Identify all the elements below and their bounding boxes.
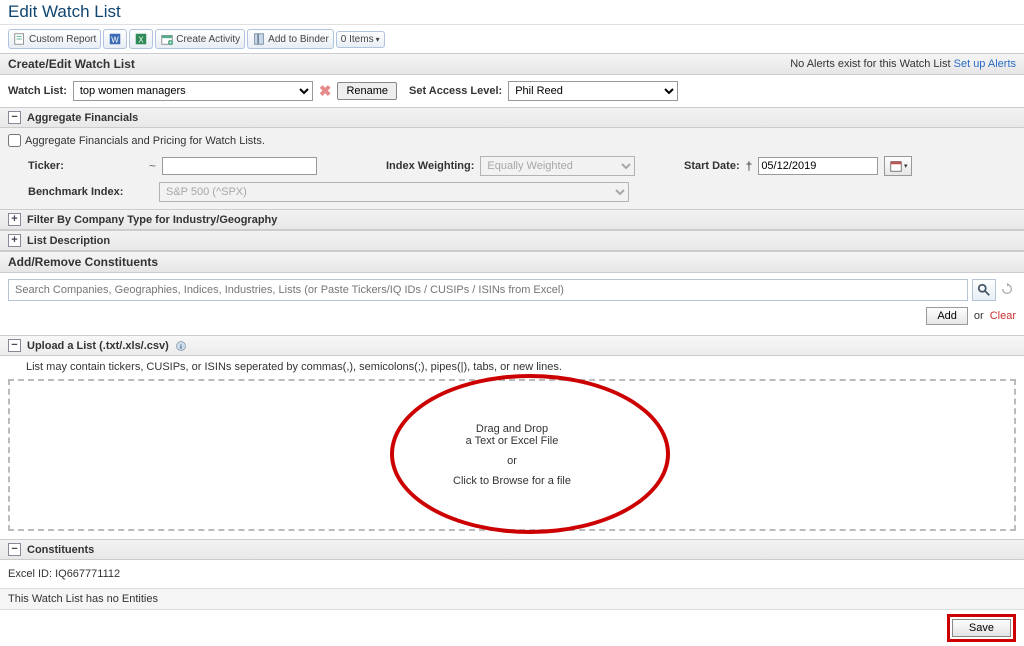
constituents-title: Constituents (27, 544, 94, 556)
dropzone[interactable]: Drag and Drop a Text or Excel File or Cl… (8, 379, 1016, 531)
no-alerts-text: No Alerts exist for this Watch List (790, 58, 950, 70)
refresh-icon[interactable] (1000, 282, 1016, 298)
aggregate-header: − Aggregate Financials (0, 107, 1024, 128)
toolbar: Custom Report W X + Create Activity Add … (0, 25, 1024, 53)
collapse-upload-icon[interactable]: − (8, 339, 21, 352)
drag-drop-line1: Drag and Drop (466, 423, 559, 435)
upload-body: List may contain tickers, CUSIPs, or ISI… (0, 356, 1024, 539)
tilde-symbol: ~ (149, 159, 156, 173)
add-to-binder-button[interactable]: Add to Binder (247, 29, 334, 49)
aggregate-checkbox-label: Aggregate Financials and Pricing for Wat… (25, 135, 265, 147)
create-edit-title: Create/Edit Watch List (8, 57, 135, 71)
calendar-button[interactable]: ▾ (884, 156, 912, 176)
svg-text:+: + (169, 40, 172, 46)
save-button[interactable]: Save (952, 619, 1011, 637)
export-excel-button[interactable]: X (129, 29, 153, 49)
add-to-binder-label: Add to Binder (268, 34, 329, 45)
chevron-down-icon: ▾ (376, 35, 380, 44)
excel-id-label: Excel ID: (8, 568, 52, 580)
aggregate-title: Aggregate Financials (27, 112, 138, 124)
constituents-body: Excel ID: IQ667771112 (0, 560, 1024, 588)
upload-note: List may contain tickers, CUSIPs, or ISI… (8, 358, 1016, 379)
annotation-oval (390, 374, 670, 534)
collapse-constituents-icon[interactable]: − (8, 543, 21, 556)
activity-icon: + (160, 32, 174, 46)
svg-text:W: W (112, 36, 120, 45)
index-weighting-label: Index Weighting: (386, 160, 474, 172)
collapse-aggregate-icon[interactable]: − (8, 111, 21, 124)
watch-list-row: Watch List: top women managers ✖ Rename … (0, 75, 1024, 107)
access-level-select[interactable]: Phil Reed (508, 81, 678, 101)
list-description-header: + List Description (0, 230, 1024, 251)
dagger-symbol: † (746, 159, 753, 173)
ticker-input[interactable] (162, 157, 317, 175)
access-level-label: Set Access Level: (409, 85, 502, 97)
start-date-input[interactable] (758, 157, 878, 175)
create-activity-label: Create Activity (176, 34, 240, 45)
binder-icon (252, 32, 266, 46)
svg-text:i: i (180, 344, 182, 351)
no-entities-message: This Watch List has no Entities (0, 588, 1024, 610)
clear-link[interactable]: Clear (990, 310, 1016, 322)
ticker-label: Ticker: (8, 160, 143, 172)
filter-title: Filter By Company Type for Industry/Geog… (27, 214, 277, 226)
chevron-down-icon: ▾ (904, 162, 908, 170)
watch-list-label: Watch List: (8, 85, 67, 97)
create-activity-button[interactable]: + Create Activity (155, 29, 245, 49)
search-input[interactable] (8, 279, 968, 301)
calendar-icon (889, 159, 903, 173)
aggregate-body: Aggregate Financials and Pricing for Wat… (0, 128, 1024, 209)
benchmark-label: Benchmark Index: (8, 186, 153, 198)
items-count-label: 0 Items (341, 34, 374, 45)
export-word-button[interactable]: W (103, 29, 127, 49)
add-remove-body: Add or Clear (0, 273, 1024, 335)
delete-watchlist-icon[interactable]: ✖ (319, 82, 332, 100)
start-date-label: Start Date: (684, 160, 740, 172)
list-description-title: List Description (27, 235, 110, 247)
expand-description-icon[interactable]: + (8, 234, 21, 247)
constituents-header: − Constituents (0, 539, 1024, 560)
search-button[interactable] (972, 279, 996, 301)
expand-filter-icon[interactable]: + (8, 213, 21, 226)
add-remove-header: Add/Remove Constituents (0, 251, 1024, 273)
aggregate-checkbox[interactable] (8, 134, 21, 147)
items-dropdown[interactable]: 0 Items ▾ (336, 31, 385, 48)
svg-text:X: X (139, 36, 145, 45)
custom-report-label: Custom Report (29, 34, 96, 45)
index-weighting-select[interactable]: Equally Weighted (480, 156, 635, 176)
excel-icon: X (134, 32, 148, 46)
rename-button[interactable]: Rename (337, 82, 397, 100)
info-icon[interactable]: i (175, 340, 187, 352)
upload-title: Upload a List (.txt/.xls/.csv) (27, 340, 169, 352)
report-icon (13, 32, 27, 46)
add-button[interactable]: Add (926, 307, 968, 325)
or-text: or (974, 310, 984, 322)
page-header: Edit Watch List (0, 0, 1024, 25)
page-title: Edit Watch List (8, 2, 1016, 22)
create-edit-header: Create/Edit Watch List No Alerts exist f… (0, 53, 1024, 75)
word-icon: W (108, 32, 122, 46)
browse-text: Click to Browse for a file (453, 475, 571, 487)
filter-header: + Filter By Company Type for Industry/Ge… (0, 209, 1024, 230)
benchmark-select[interactable]: S&P 500 (^SPX) (159, 182, 629, 202)
add-remove-title: Add/Remove Constituents (8, 255, 158, 269)
watch-list-select[interactable]: top women managers (73, 81, 313, 101)
drag-drop-line2: a Text or Excel File (466, 435, 559, 447)
bottom-bar: Save (0, 610, 1024, 646)
setup-alerts-link[interactable]: Set up Alerts (954, 58, 1016, 70)
custom-report-button[interactable]: Custom Report (8, 29, 101, 49)
drop-or: or (507, 455, 517, 467)
annotation-save-highlight: Save (947, 614, 1016, 642)
alerts-area: No Alerts exist for this Watch List Set … (790, 58, 1016, 70)
excel-id-value: IQ667771112 (55, 568, 120, 580)
search-icon (977, 283, 991, 297)
upload-header: − Upload a List (.txt/.xls/.csv) i (0, 335, 1024, 356)
